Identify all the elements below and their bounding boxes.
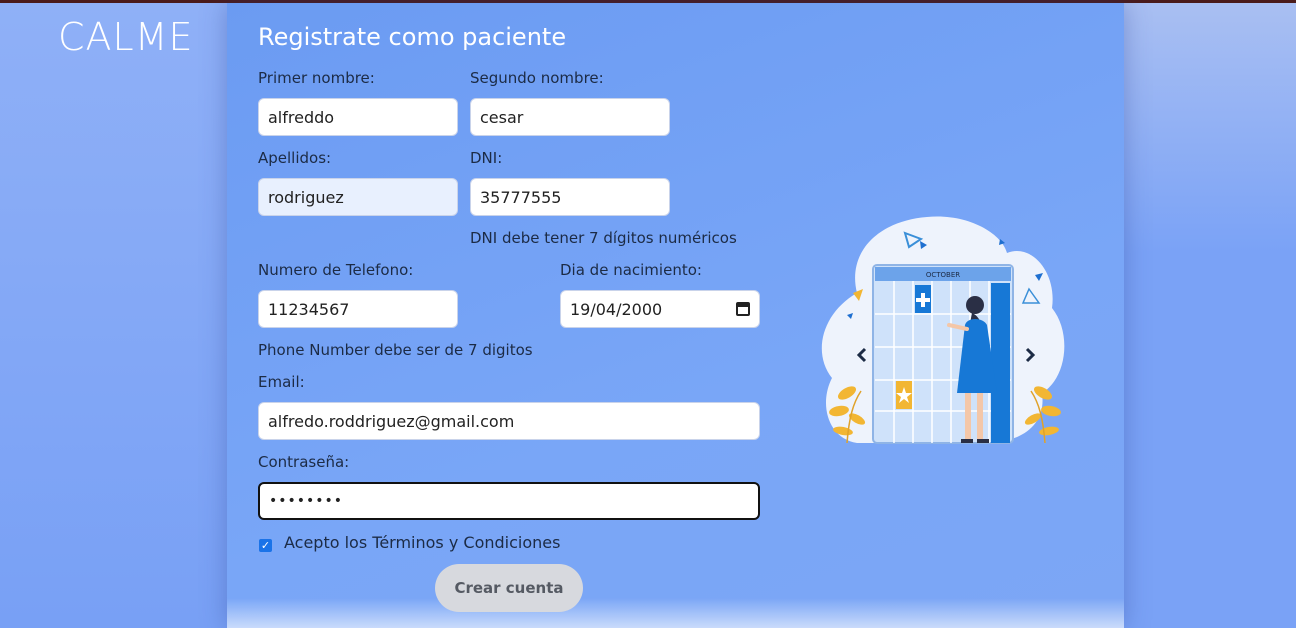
phone-input[interactable]: 11234567	[258, 290, 458, 328]
second-name-input[interactable]: cesar	[470, 98, 670, 136]
create-account-button[interactable]: Crear cuenta	[435, 564, 583, 612]
birthdate-label: Dia de nacimiento:	[560, 261, 702, 279]
phone-label: Numero de Telefono:	[258, 261, 414, 279]
page-title: Registrate como paciente	[258, 23, 567, 51]
terms-checkbox[interactable]: ✓	[259, 539, 272, 552]
first-name-label: Primer nombre:	[258, 69, 375, 87]
password-label: Contraseña:	[258, 453, 350, 471]
password-input[interactable]: ••••••••	[258, 482, 760, 520]
email-label: Email:	[258, 373, 305, 391]
birthdate-value: 19/04/2000	[570, 299, 663, 319]
background-left	[0, 3, 228, 628]
phone-error-message: Phone Number debe ser de 7 digitos	[258, 341, 533, 359]
terms-label[interactable]: Acepto los Términos y Condiciones	[284, 533, 560, 552]
brand-logo[interactable]: CALME	[58, 15, 194, 59]
registration-panel: Registrate como paciente Primer nombre: …	[227, 3, 1124, 628]
first-name-input[interactable]: alfreddo	[258, 98, 458, 136]
birthdate-input[interactable]: 19/04/2000	[560, 290, 760, 328]
calendar-illustration: OCTOBER	[821, 216, 1065, 444]
background-right	[1124, 3, 1296, 628]
last-name-label: Apellidos:	[258, 149, 332, 167]
email-input[interactable]: alfredo.roddriguez@gmail.com	[258, 402, 760, 440]
dni-input[interactable]: 35777555	[470, 178, 670, 216]
second-name-label: Segundo nombre:	[470, 69, 604, 87]
dni-error-message: DNI debe tener 7 dígitos numéricos	[470, 229, 737, 247]
calendar-icon[interactable]	[736, 302, 750, 316]
last-name-input[interactable]: rodriguez	[258, 178, 458, 216]
calendar-month-text: OCTOBER	[926, 271, 960, 279]
dni-label: DNI:	[470, 149, 503, 167]
